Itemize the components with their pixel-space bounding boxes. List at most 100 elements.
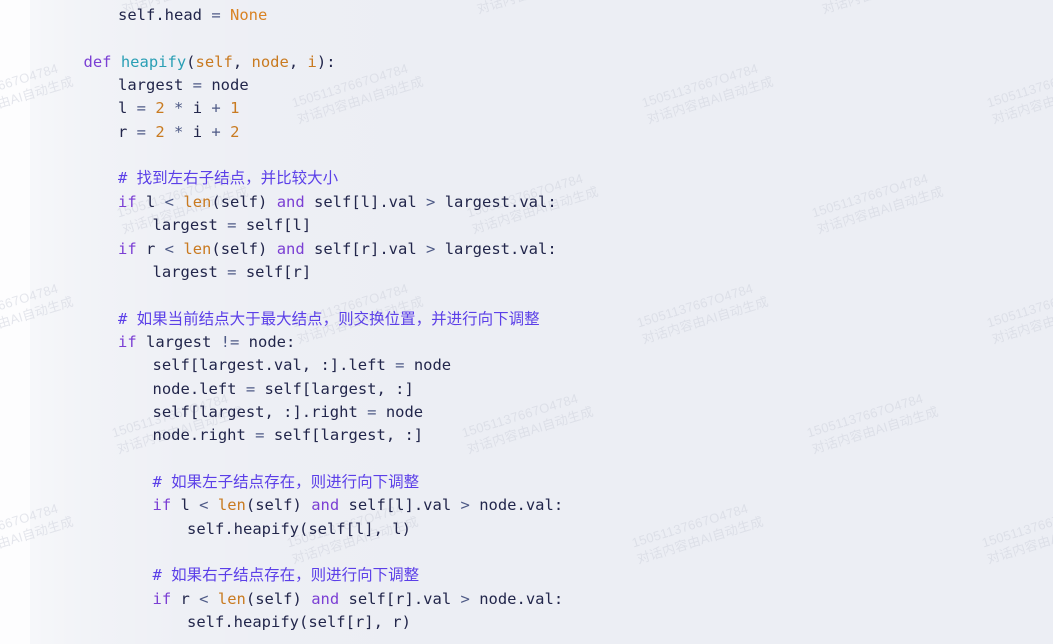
code-line: if l < len(self) and self[l].val > node.… — [153, 494, 564, 517]
code-token-builtin: len — [183, 192, 212, 211]
code-token-op: * — [174, 122, 184, 141]
code-token-plain: largest.val: — [435, 192, 557, 211]
code-token-op: < — [199, 589, 209, 608]
code-token-plain: self[l].val — [304, 192, 427, 211]
code-token-op: * — [174, 99, 184, 118]
code-block[interactable]: self.head = None def heapify(self, node,… — [0, 0, 1053, 644]
code-token-plain: self.heapify(self[r], r) — [187, 613, 411, 632]
code-token-plain: ): — [316, 52, 336, 71]
code-token-param: node — [251, 52, 289, 71]
code-screenshot: 15051137667O4784 对话内容由AI自动生成 15051137667O4… — [0, 0, 1053, 644]
code-token-keyword: and — [311, 589, 340, 608]
code-token-plain: , — [288, 52, 308, 71]
code-token-op: = — [227, 216, 237, 235]
code-line: r = 2 * i + 2 — [118, 121, 239, 144]
code-line: self.head = None — [118, 4, 267, 27]
code-line: largest = self[r] — [153, 261, 312, 284]
code-token-num: 1 — [230, 99, 240, 118]
code-token-builtin: len — [217, 589, 246, 608]
code-line: # 如果当前结点大于最大结点，则交换位置，并进行向下调整 — [118, 308, 540, 331]
code-token-op: + — [211, 122, 221, 141]
code-token-plain: ( — [186, 52, 196, 71]
code-token-plain: self[r].val — [339, 589, 461, 608]
code-line: if l < len(self) and self[l].val > large… — [118, 191, 557, 214]
code-token-plain: r — [136, 239, 165, 258]
code-token-op: = — [192, 76, 202, 95]
code-token-plain: largest — [136, 332, 221, 351]
code-token-op: = — [227, 262, 237, 281]
code-token-keyword: if — [118, 239, 137, 258]
code-token-plain: node.right — [152, 426, 256, 445]
code-token-plain: node.left — [152, 379, 246, 398]
code-line: largest = self[l] — [153, 214, 312, 237]
code-token-param: i — [307, 52, 317, 71]
code-token-plain: self[l] — [236, 216, 312, 235]
code-token-keyword: if — [118, 332, 137, 351]
code-token-plain: largest.val: — [435, 239, 557, 258]
code-token-plain: node.val: — [469, 496, 564, 515]
code-token-function: heapify — [120, 52, 187, 71]
code-token-op: = — [211, 6, 221, 24]
code-token-op: = — [136, 122, 147, 141]
code-token-plain: largest — [152, 216, 228, 235]
code-token-plain: self[largest.val, :].left — [152, 356, 396, 375]
code-line: self[largest, :].right = node — [153, 401, 424, 424]
code-token-op: > — [426, 192, 436, 211]
code-token-builtin: len — [183, 239, 212, 258]
code-token-num: 2 — [155, 99, 165, 118]
code-token-param: self — [195, 52, 233, 71]
code-token-plain: i — [183, 122, 212, 141]
code-token-plain: self[largest, :] — [255, 379, 414, 398]
code-token-plain: (self) — [245, 589, 312, 608]
code-token-builtin: len — [217, 496, 246, 515]
code-token-keyword: if — [152, 496, 172, 515]
code-token-op: = — [255, 426, 265, 445]
code-token-keyword: and — [311, 496, 340, 515]
code-token-num: 2 — [230, 122, 240, 141]
code-token-plain: self[largest, :] — [264, 426, 424, 445]
code-token-op: > — [460, 589, 470, 608]
code-token-plain: node — [202, 76, 249, 95]
code-line: node.right = self[largest, :] — [153, 424, 424, 447]
code-token-plain: largest — [152, 262, 228, 281]
code-token-plain: self[largest, :].right — [152, 402, 368, 421]
code-token-plain: self[l].val — [339, 496, 461, 515]
code-token-op: < — [199, 496, 209, 515]
code-line: self.heapify(self[r], r) — [187, 611, 411, 634]
code-token-plain: node: — [239, 332, 296, 351]
code-token-plain: l — [171, 496, 200, 515]
code-token-plain: (self) — [211, 192, 277, 211]
code-token-plain: (self) — [245, 496, 312, 515]
code-token-plain: i — [183, 99, 212, 118]
code-token-const: None — [230, 6, 268, 24]
code-token-plain: r — [171, 589, 200, 608]
code-line: def heapify(self, node, i): — [84, 51, 336, 74]
code-token-plain: node — [404, 356, 452, 375]
code-token-op: = — [245, 379, 256, 398]
code-token-comment: # 如果左子结点存在，则进行向下调整 — [152, 473, 420, 491]
code-token-keyword: def — [83, 52, 112, 71]
code-token-plain: , — [232, 52, 252, 71]
code-token-op: > — [426, 239, 436, 258]
code-token-plain: node.val: — [469, 589, 564, 608]
code-token-op: != — [220, 332, 240, 351]
code-token-plain: (self) — [211, 239, 277, 258]
code-token-plain: self.heapify(self[l], l) — [187, 519, 411, 538]
code-token-op: > — [460, 496, 470, 515]
code-token-op: = — [136, 99, 147, 118]
code-token-op: < — [164, 192, 175, 211]
code-token-plain: self[r].val — [304, 239, 427, 258]
code-line: # 如果左子结点存在，则进行向下调整 — [153, 471, 420, 494]
